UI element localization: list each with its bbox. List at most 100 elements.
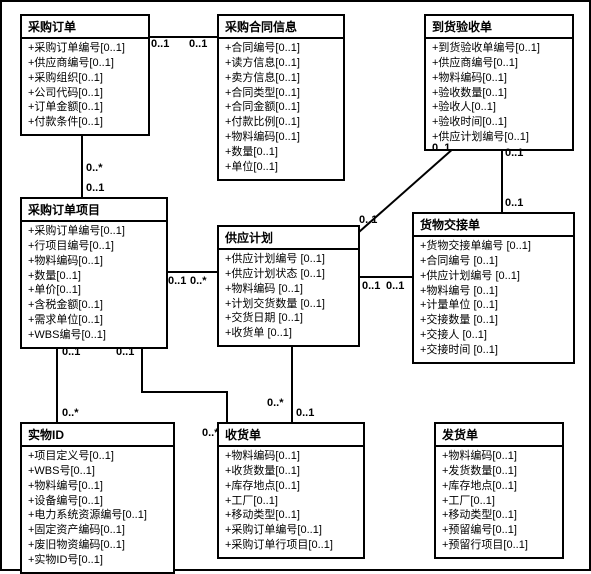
attr: +数量[0..1]	[28, 269, 160, 284]
attr: +采购订单编号[0..1]	[28, 41, 142, 56]
class-po-item: 采购订单项目 +采购订单编号[0..1] +行项目编号[0..1] +物料编码[…	[20, 197, 168, 349]
mult-po-contract-right: 0..1	[189, 38, 207, 50]
class-title: 收货单	[219, 424, 363, 447]
class-contract-info: 采购合同信息 +合同编号[0..1] +读方信息[0..1] +卖方信息[0..…	[217, 14, 345, 181]
class-title: 货物交接单	[414, 214, 573, 237]
class-supply-plan: 供应计划 +供应计划编号 [0..1] +供应计划状态 [0..1] +物料编码…	[217, 225, 360, 347]
mult-plan-receipt-top: 0..*	[267, 397, 284, 409]
attr: +供应计划编号[0..1]	[432, 130, 566, 145]
attr: +付款条件[0..1]	[28, 115, 142, 130]
class-arrival-acceptance: 到货验收单 +到货验收单编号[0..1] +供应商编号[0..1] +物料编码[…	[424, 14, 574, 151]
attr: +合同类型[0..1]	[225, 86, 337, 101]
attr: +采购订单编号[0..1]	[28, 224, 160, 239]
attr: +电力系统资源编号[0..1]	[28, 508, 167, 523]
class-title: 发货单	[436, 424, 562, 447]
class-title: 采购合同信息	[219, 16, 343, 39]
class-receipt: 收货单 +物料编码[0..1] +收货数量[0..1] +库存地点[0..1] …	[217, 422, 365, 559]
attr: +物料编号[0..1]	[28, 479, 167, 494]
attr: +供应计划编号 [0..1]	[420, 269, 567, 284]
attr: +合同金额[0..1]	[225, 100, 337, 115]
mult-plan-arrival-bottom: 0..1	[359, 214, 377, 226]
attr: +WBS编号[0..1]	[28, 328, 160, 343]
attr: +物料编码 [0..1]	[225, 282, 352, 297]
attr: +预留行项目[0..1]	[442, 538, 556, 553]
mult-plan-arrival-top: 0..1	[432, 142, 450, 154]
attr: +验收数量[0..1]	[432, 86, 566, 101]
class-attrs: +到货验收单编号[0..1] +供应商编号[0..1] +物料编码[0..1] …	[426, 39, 572, 149]
class-attrs: +供应计划编号 [0..1] +供应计划状态 [0..1] +物料编码 [0..…	[219, 250, 358, 345]
class-attrs: +采购订单编号[0..1] +行项目编号[0..1] +物料编码[0..1] +…	[22, 222, 166, 347]
class-attrs: +货物交接单编号 [0..1] +合同编号 [0..1] +供应计划编号 [0.…	[414, 237, 573, 362]
class-title: 到货验收单	[426, 16, 572, 39]
attr: +工厂[0..1]	[442, 494, 556, 509]
attr: +供应商编号[0..1]	[432, 56, 566, 71]
attr: +供应计划编号 [0..1]	[225, 252, 352, 267]
mult-item-plan-right: 0..*	[190, 275, 207, 287]
attr: +需求单位[0..1]	[28, 313, 160, 328]
attr: +货物交接单编号 [0..1]	[420, 239, 567, 254]
attr: +供应计划状态 [0..1]	[225, 267, 352, 282]
class-issue: 发货单 +物料编码[0..1] +发货数量[0..1] +库存地点[0..1] …	[434, 422, 564, 559]
attr: +采购组织[0..1]	[28, 71, 142, 86]
attr: +库存地点[0..1]	[442, 479, 556, 494]
attr: +单位[0..1]	[225, 160, 337, 175]
class-attrs: +物料编码[0..1] +收货数量[0..1] +库存地点[0..1] +工厂[…	[219, 447, 363, 557]
attr: +物料编码[0..1]	[432, 71, 566, 86]
attr: +库存地点[0..1]	[225, 479, 357, 494]
mult-plan-receipt-bottom: 0..1	[296, 407, 314, 419]
attr: +行项目编号[0..1]	[28, 239, 160, 254]
attr: +数量[0..1]	[225, 145, 337, 160]
mult-item-receipt-bottom: 0..*	[202, 427, 219, 439]
attr: +验收人[0..1]	[432, 100, 566, 115]
attr: +废旧物资编码[0..1]	[28, 538, 167, 553]
mult-item-plan-left: 0..1	[168, 275, 186, 287]
mult-plan-deliver-right: 0..1	[386, 280, 404, 292]
class-object-id: 实物ID +项目定义号[0..1] +WBS号[0..1] +物料编号[0..1…	[20, 422, 175, 574]
mult-plan-deliver-left: 0..1	[362, 280, 380, 292]
attr: +供应商编号[0..1]	[28, 56, 142, 71]
class-title: 实物ID	[22, 424, 173, 447]
attr: +物料编码[0..1]	[28, 254, 160, 269]
attr: +含税金额[0..1]	[28, 298, 160, 313]
attr: +验收时间[0..1]	[432, 115, 566, 130]
attr: +工厂[0..1]	[225, 494, 357, 509]
attr: +发货数量[0..1]	[442, 464, 556, 479]
mult-arrival-deliver-top: 0..1	[505, 147, 523, 159]
attr: +卖方信息[0..1]	[225, 71, 337, 86]
mult-item-receipt-top: 0..1	[116, 346, 134, 358]
attr: +物料编码[0..1]	[442, 449, 556, 464]
attr: +预留编号[0..1]	[442, 523, 556, 538]
mult-arrival-deliver-bottom: 0..1	[505, 197, 523, 209]
class-attrs: +项目定义号[0..1] +WBS号[0..1] +物料编号[0..1] +设备…	[22, 447, 173, 572]
attr: +计划交货数量 [0..1]	[225, 297, 352, 312]
attr: +公司代码[0..1]	[28, 86, 142, 101]
class-attrs: +采购订单编号[0..1] +供应商编号[0..1] +采购组织[0..1] +…	[22, 39, 148, 134]
attr: +采购订单编号[0..1]	[225, 523, 357, 538]
attr: +实物ID号[0..1]	[28, 553, 167, 568]
attr: +收货单 [0..1]	[225, 326, 352, 341]
attr: +合同编号[0..1]	[225, 41, 337, 56]
attr: +物料编码[0..1]	[225, 449, 357, 464]
class-goods-handover: 货物交接单 +货物交接单编号 [0..1] +合同编号 [0..1] +供应计划…	[412, 212, 575, 364]
attr: +项目定义号[0..1]	[28, 449, 167, 464]
mult-po-item-bottom: 0..1	[86, 182, 104, 194]
mult-item-objid-top: 0..1	[62, 346, 80, 358]
attr: +读方信息[0..1]	[225, 56, 337, 71]
attr: +单价[0..1]	[28, 283, 160, 298]
attr: +计量单位 [0..1]	[420, 298, 567, 313]
attr: +WBS号[0..1]	[28, 464, 167, 479]
attr: +移动类型[0..1]	[225, 508, 357, 523]
attr: +移动类型[0..1]	[442, 508, 556, 523]
attr: +订单金额[0..1]	[28, 100, 142, 115]
mult-item-objid-bottom: 0..*	[62, 407, 79, 419]
attr: +物料编号 [0..1]	[420, 284, 567, 299]
class-attrs: +合同编号[0..1] +读方信息[0..1] +卖方信息[0..1] +合同类…	[219, 39, 343, 179]
class-attrs: +物料编码[0..1] +发货数量[0..1] +库存地点[0..1] +工厂[…	[436, 447, 562, 557]
attr: +交接时间 [0..1]	[420, 343, 567, 358]
attr: +设备编号[0..1]	[28, 494, 167, 509]
class-title: 供应计划	[219, 227, 358, 250]
class-title: 采购订单项目	[22, 199, 166, 222]
attr: +收货数量[0..1]	[225, 464, 357, 479]
class-purchase-order: 采购订单 +采购订单编号[0..1] +供应商编号[0..1] +采购组织[0.…	[20, 14, 150, 136]
attr: +到货验收单编号[0..1]	[432, 41, 566, 56]
